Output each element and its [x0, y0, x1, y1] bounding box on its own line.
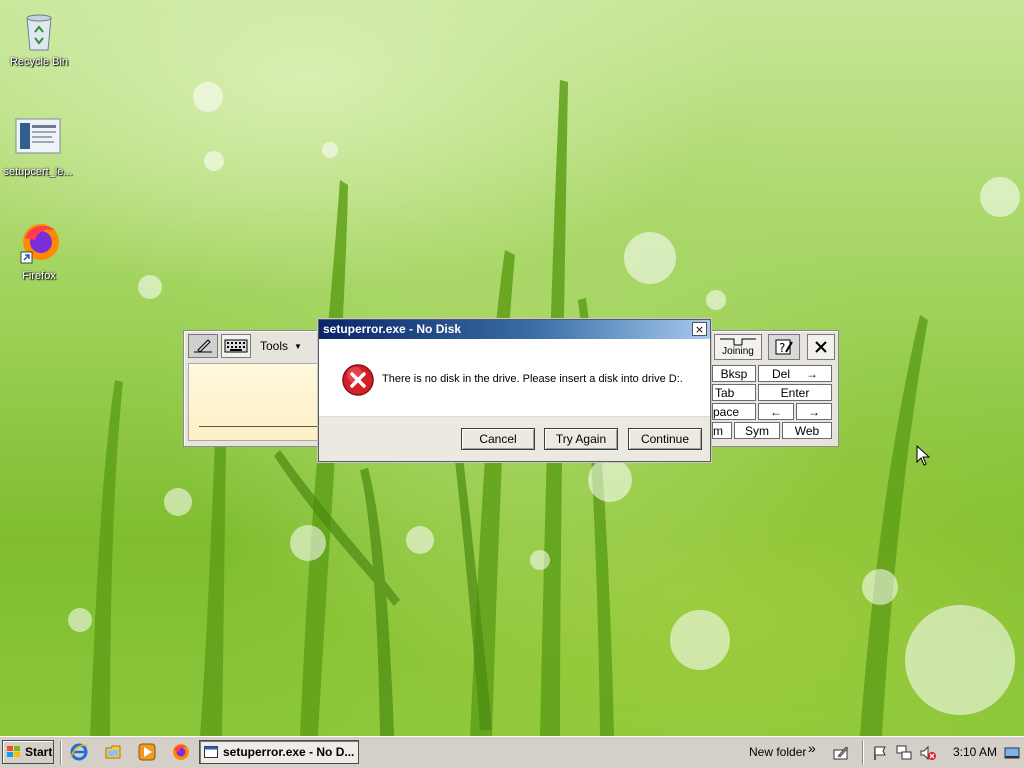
cancel-button-label: Cancel — [479, 432, 517, 446]
key-tab-label: Tab — [715, 385, 735, 400]
mouse-cursor-icon — [916, 445, 930, 466]
dialog-message: There is no disk in the drive. Please in… — [382, 373, 683, 385]
tray-separator — [862, 741, 864, 765]
desktop-icon-setupcert[interactable]: setupcert_le... — [0, 116, 76, 178]
close-icon: × — [694, 322, 705, 336]
desktop-icon-recycle-bin[interactable]: Recycle Bin — [1, 6, 77, 68]
close-icon — [815, 341, 827, 353]
error-icon — [342, 364, 374, 396]
tools-label: Tools — [260, 339, 289, 353]
key-space-label: pace — [713, 404, 740, 419]
dialog-titlebar[interactable]: setuperror.exe - No Disk × — [319, 320, 710, 339]
desktop-icon-firefox[interactable]: Firefox — [1, 220, 77, 282]
arrow-right-icon: → — [808, 404, 820, 419]
dialog-close-button[interactable]: × — [692, 322, 707, 336]
help-button[interactable]: ? — [768, 334, 800, 360]
taskbar-separator — [60, 741, 62, 765]
help-icon: ? — [775, 339, 793, 355]
key-enter[interactable]: Enter — [758, 384, 832, 401]
try-again-button[interactable]: Try Again — [544, 428, 618, 450]
dialog-title: setuperror.exe - No Disk — [323, 322, 462, 336]
desktop-icon-label: setupcert_le... — [3, 166, 73, 178]
network-icon[interactable] — [896, 745, 912, 761]
media-player-icon[interactable] — [138, 743, 156, 761]
recycle-bin-icon — [15, 6, 63, 54]
desktop-icon-label: Firefox — [22, 270, 56, 282]
key-sym[interactable]: Sym — [734, 422, 780, 439]
internet-explorer-icon[interactable] — [70, 743, 88, 761]
key-left[interactable]: ← — [758, 403, 794, 420]
taskbar-item-setuperror[interactable]: setuperror.exe - No D... — [199, 740, 359, 764]
no-disk-dialog: setuperror.exe - No Disk × There is no d… — [318, 319, 711, 462]
toolbar-chevron-icon[interactable]: » — [808, 740, 816, 756]
desktop-icon-label: Recycle Bin — [9, 56, 69, 68]
firefox-icon — [15, 220, 63, 268]
input-panel-icon[interactable] — [833, 745, 849, 761]
window-icon — [204, 746, 218, 758]
clock[interactable]: 3:10 AM — [953, 745, 997, 759]
tools-menu[interactable]: Tools ▼ — [254, 334, 308, 358]
keyboard-icon — [224, 339, 248, 353]
key-right[interactable]: → — [796, 403, 832, 420]
key-num[interactable]: m — [712, 422, 732, 439]
arrow-right-icon: → — [806, 366, 818, 381]
key-web[interactable]: Web — [782, 422, 832, 439]
dialog-button-bar: Cancel Try Again Continue — [319, 416, 710, 461]
pen-icon — [194, 339, 212, 353]
cancel-button[interactable]: Cancel — [461, 428, 535, 450]
keyboard-button[interactable] — [221, 334, 251, 358]
continue-button[interactable]: Continue — [628, 428, 702, 450]
key-sym-label: Sym — [745, 423, 769, 438]
arrow-left-icon: ← — [770, 404, 782, 419]
start-label: Start — [25, 745, 53, 759]
toolbar-new-folder[interactable]: New folder — [749, 745, 806, 759]
joining-label: Joining — [722, 346, 754, 357]
taskbar-item-label: setuperror.exe - No D... — [223, 745, 355, 759]
key-enter-label: Enter — [780, 385, 810, 400]
file-explorer-icon[interactable] — [104, 743, 122, 761]
key-bksp[interactable]: Bksp — [712, 365, 756, 382]
input-panel-toolbar: Tools ▼ — [188, 334, 308, 360]
key-bksp-label: Bksp — [720, 366, 748, 381]
firefox-icon[interactable] — [172, 743, 190, 761]
writing-pad-button[interactable] — [188, 334, 218, 358]
desktop: Recycle Bin setupcert_le... Firefox Tool… — [0, 0, 1024, 736]
continue-button-label: Continue — [640, 432, 690, 446]
key-space[interactable]: pace — [712, 403, 756, 420]
key-num-label: m — [713, 423, 723, 438]
windows-logo-icon — [7, 746, 20, 757]
action-center-flag-icon[interactable] — [872, 745, 888, 761]
try-again-button-label: Try Again — [555, 432, 607, 446]
taskbar: Start setuperror.exe - No D... New folde… — [0, 736, 1024, 768]
key-del[interactable]: Del → — [758, 365, 832, 382]
dropdown-arrow-icon: ▼ — [294, 341, 302, 351]
joining-button[interactable]: Joining — [714, 334, 762, 360]
svg-text:?: ? — [779, 341, 785, 355]
key-web-label: Web — [794, 423, 820, 438]
volume-muted-icon[interactable] — [920, 745, 936, 761]
close-panel-button[interactable] — [807, 334, 835, 360]
key-tab[interactable]: Tab — [712, 384, 756, 401]
document-icon — [14, 116, 62, 164]
key-del-label: Del — [771, 366, 790, 381]
start-button[interactable]: Start — [2, 740, 54, 764]
show-desktop-icon[interactable] — [1004, 745, 1020, 761]
